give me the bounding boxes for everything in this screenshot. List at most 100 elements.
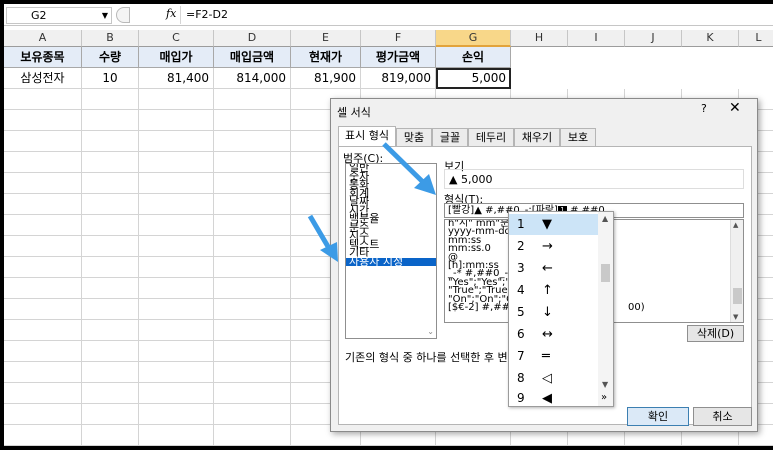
delete-button[interactable]: 삭제(D) — [687, 325, 744, 342]
active-cell-g2[interactable]: 5,000 — [436, 68, 511, 89]
empty-cell[interactable] — [139, 320, 214, 341]
column-header-h[interactable]: H — [511, 30, 568, 47]
symbol-option[interactable]: 5 ↓ — [509, 302, 599, 323]
empty-cell[interactable] — [214, 299, 291, 320]
empty-cell[interactable] — [139, 404, 214, 425]
scroll-down-icon[interactable]: ▼ — [602, 380, 608, 389]
empty-cell[interactable] — [214, 215, 291, 236]
header-cell[interactable]: 보유종목 — [4, 47, 82, 68]
empty-cell[interactable] — [82, 299, 139, 320]
empty-cell[interactable] — [82, 215, 139, 236]
data-cell[interactable]: 819,000 — [361, 68, 436, 89]
header-cell[interactable]: 평가금액 — [361, 47, 436, 68]
empty-cell[interactable] — [82, 173, 139, 194]
tab-number[interactable]: 표시 형식 — [338, 126, 396, 147]
empty-cell[interactable] — [4, 425, 82, 446]
empty-cell[interactable] — [214, 89, 291, 110]
empty-cell[interactable] — [4, 173, 82, 194]
empty-cell[interactable] — [82, 152, 139, 173]
empty-cell[interactable] — [4, 278, 82, 299]
empty-cell[interactable] — [139, 299, 214, 320]
column-header-k[interactable]: K — [682, 30, 739, 47]
symbol-option[interactable]: 1 ▼ — [509, 214, 599, 235]
empty-cell[interactable] — [82, 257, 139, 278]
scroll-thumb[interactable] — [601, 264, 610, 282]
empty-cell[interactable] — [214, 131, 291, 152]
column-header-e[interactable]: E — [291, 30, 361, 47]
tab-fill[interactable]: 채우기 — [514, 128, 560, 147]
format-list-scrollbar[interactable]: ▲ ▼ — [730, 220, 743, 322]
empty-cell[interactable] — [214, 341, 291, 362]
empty-cell[interactable] — [139, 89, 214, 110]
category-list[interactable]: 일반 숫자 통화 회계 날짜 시간 백분율 분수 지수 텍스트 기타 사용자 지… — [345, 163, 437, 339]
empty-cell[interactable] — [4, 362, 82, 383]
empty-cell[interactable] — [139, 173, 214, 194]
empty-cell[interactable] — [214, 152, 291, 173]
empty-cell[interactable] — [82, 320, 139, 341]
column-header-d[interactable]: D — [214, 30, 291, 47]
empty-cell[interactable] — [139, 362, 214, 383]
empty-cell[interactable] — [139, 425, 214, 446]
expand-more-icon[interactable]: » — [601, 392, 607, 403]
column-header-g[interactable]: G — [436, 30, 511, 47]
empty-cell[interactable] — [4, 131, 82, 152]
tab-alignment[interactable]: 맞춤 — [396, 128, 432, 147]
empty-cell[interactable] — [139, 215, 214, 236]
empty-cell[interactable] — [139, 131, 214, 152]
symbol-option[interactable]: 6 ↔ — [509, 324, 599, 345]
empty-cell[interactable] — [139, 194, 214, 215]
empty-cell[interactable] — [4, 110, 82, 131]
data-cell[interactable]: 삼성전자 — [4, 68, 82, 89]
empty-cell[interactable] — [139, 278, 214, 299]
empty-cell[interactable] — [139, 236, 214, 257]
empty-cell[interactable] — [4, 341, 82, 362]
empty-cell[interactable] — [82, 110, 139, 131]
tab-border[interactable]: 테두리 — [468, 128, 514, 147]
formula-input[interactable]: =F2-D2 — [186, 8, 228, 21]
header-cell[interactable]: 매입금액 — [214, 47, 291, 68]
data-cell[interactable]: 814,000 — [214, 68, 291, 89]
tab-protection[interactable]: 보호 — [560, 128, 596, 147]
empty-cell[interactable] — [4, 299, 82, 320]
empty-cell[interactable] — [214, 425, 291, 446]
column-header-a[interactable]: A — [4, 30, 82, 47]
scroll-thumb[interactable] — [733, 288, 742, 304]
empty-cell[interactable] — [214, 278, 291, 299]
empty-cell[interactable] — [4, 152, 82, 173]
insert-function-icon[interactable]: fx — [166, 7, 176, 20]
symbol-option[interactable]: 2 → — [509, 236, 599, 257]
empty-cell[interactable] — [139, 341, 214, 362]
empty-cell[interactable] — [139, 257, 214, 278]
empty-cell[interactable] — [82, 89, 139, 110]
empty-cell[interactable] — [214, 194, 291, 215]
empty-cell[interactable] — [4, 215, 82, 236]
header-cell[interactable]: 손익 — [436, 47, 511, 68]
scroll-down-icon[interactable]: ▼ — [733, 313, 738, 321]
empty-cell[interactable] — [214, 257, 291, 278]
column-header-i[interactable]: I — [568, 30, 625, 47]
empty-cell[interactable] — [214, 110, 291, 131]
ok-button[interactable]: 확인 — [627, 407, 689, 426]
column-header-l[interactable]: L — [739, 30, 773, 47]
empty-cell[interactable] — [4, 236, 82, 257]
formula-bar-divider-handle[interactable] — [116, 7, 130, 23]
column-header-b[interactable]: B — [82, 30, 139, 47]
empty-cell[interactable] — [139, 383, 214, 404]
empty-cell[interactable] — [214, 362, 291, 383]
name-box-dropdown-icon[interactable]: ▼ — [102, 8, 108, 23]
symbol-option[interactable]: 4 ↑ — [509, 280, 599, 301]
symbol-option[interactable]: 3 ← — [509, 258, 599, 279]
empty-cell[interactable] — [214, 383, 291, 404]
data-cell[interactable]: 10 — [82, 68, 139, 89]
help-button[interactable]: ? — [701, 102, 707, 115]
empty-cell[interactable] — [139, 110, 214, 131]
symbol-option[interactable]: 8 ◁ — [509, 368, 599, 389]
empty-cell[interactable] — [82, 236, 139, 257]
data-cell[interactable]: 81,400 — [139, 68, 214, 89]
symbol-option[interactable]: 9 ◀ — [509, 388, 599, 409]
empty-cell[interactable] — [214, 236, 291, 257]
close-icon[interactable]: ✕ — [729, 100, 741, 116]
empty-cell[interactable] — [214, 173, 291, 194]
empty-cell[interactable] — [82, 131, 139, 152]
empty-cell[interactable] — [82, 383, 139, 404]
